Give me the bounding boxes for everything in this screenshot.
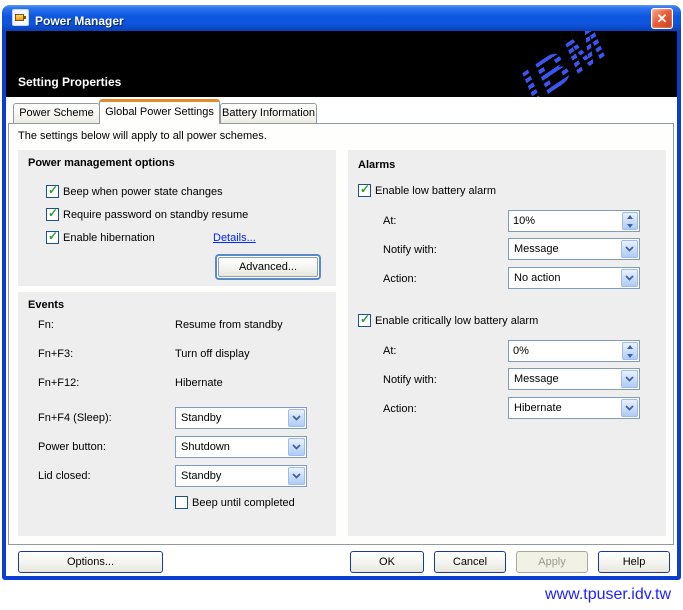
- tab-global-power-settings[interactable]: Global Power Settings: [99, 99, 220, 124]
- spin-up-icon[interactable]: [623, 343, 637, 351]
- check-icon: ✓: [48, 206, 58, 220]
- critical-alarm-notify-label: Notify with:: [383, 374, 437, 386]
- low-alarm-at-spinner: [508, 210, 640, 232]
- low-alarm-action-dropdown[interactable]: No action: [508, 267, 640, 289]
- lid-closed-label: Lid closed:: [38, 470, 91, 482]
- enable-low-battery-alarm-label: Enable low battery alarm: [375, 185, 496, 197]
- ibm-logo-stripes: [460, 31, 667, 97]
- require-password-checkbox[interactable]: ✓: [46, 208, 59, 221]
- critical-alarm-at-spinner: [508, 340, 640, 362]
- lid-closed-value: Standby: [181, 470, 221, 482]
- apply-button: Apply: [516, 551, 588, 573]
- enable-hibernation-label: Enable hibernation: [63, 232, 155, 244]
- chevron-down-icon[interactable]: [621, 399, 638, 417]
- critical-alarm-at-label: At:: [383, 345, 396, 357]
- check-icon: ✓: [48, 183, 58, 197]
- screenshot-canvas: Power Manager ✕ IBM Setting Properties P…: [0, 0, 683, 610]
- cancel-button[interactable]: Cancel: [434, 551, 506, 573]
- fn-value: Resume from standby: [175, 319, 283, 331]
- beep-power-state-label: Beep when power state changes: [63, 186, 223, 198]
- beep-until-completed-checkbox[interactable]: [175, 496, 188, 509]
- fn-f3-value: Turn off display: [175, 348, 250, 360]
- events-title: Events: [28, 299, 64, 311]
- power-button-label: Power button:: [38, 441, 106, 453]
- fn-f12-value: Hibernate: [175, 377, 223, 389]
- fn-f4-sleep-value: Standby: [181, 412, 221, 424]
- intro-text: The settings below will apply to all pow…: [18, 130, 267, 142]
- watermark-text: www.tpuser.idv.tw: [545, 586, 671, 604]
- critical-alarm-action-label: Action:: [383, 403, 417, 415]
- power-button-dropdown[interactable]: Shutdown: [175, 436, 307, 458]
- critical-alarm-at-input[interactable]: [513, 343, 613, 359]
- low-alarm-notify-dropdown[interactable]: Message: [508, 238, 640, 260]
- chevron-down-icon[interactable]: [621, 269, 638, 287]
- chevron-down-icon[interactable]: [288, 409, 305, 427]
- chevron-down-icon[interactable]: [288, 467, 305, 485]
- tab-power-scheme[interactable]: Power Scheme: [13, 103, 100, 123]
- check-icon: ✓: [360, 182, 370, 196]
- details-link[interactable]: Details...: [213, 232, 256, 244]
- chevron-down-icon[interactable]: [621, 370, 638, 388]
- ok-button[interactable]: OK: [350, 551, 424, 573]
- chevron-down-icon[interactable]: [621, 240, 638, 258]
- critical-alarm-notify-dropdown[interactable]: Message: [508, 368, 640, 390]
- alarms-title: Alarms: [358, 159, 395, 171]
- help-button[interactable]: Help: [598, 551, 670, 573]
- ibm-logo: IBM: [477, 31, 651, 97]
- low-alarm-notify-value: Message: [514, 243, 559, 255]
- advanced-button-focus-ring: Advanced...: [215, 254, 321, 280]
- fn-f4-sleep-label: Fn+F4 (Sleep):: [38, 412, 112, 424]
- enable-critical-alarm-label: Enable critically low battery alarm: [375, 315, 538, 327]
- critical-alarm-action-dropdown[interactable]: Hibernate: [508, 397, 640, 419]
- page-title: Setting Properties: [18, 75, 121, 89]
- spin-down-icon[interactable]: [623, 222, 637, 230]
- fn-f3-label: Fn+F3:: [38, 348, 73, 360]
- check-icon: ✓: [48, 229, 58, 243]
- chevron-down-icon[interactable]: [288, 438, 305, 456]
- fn-f12-label: Fn+F12:: [38, 377, 79, 389]
- fn-label: Fn:: [38, 319, 54, 331]
- beep-power-state-checkbox[interactable]: ✓: [46, 185, 59, 198]
- close-icon: ✕: [657, 11, 668, 26]
- power-button-value: Shutdown: [181, 441, 230, 453]
- title-bar[interactable]: Power Manager: [2, 5, 681, 31]
- advanced-button[interactable]: Advanced...: [218, 257, 318, 277]
- tab-battery-information[interactable]: Battery Information: [220, 103, 317, 123]
- spinner-buttons: [622, 342, 638, 360]
- low-alarm-notify-label: Notify with:: [383, 244, 437, 256]
- low-alarm-at-label: At:: [383, 215, 396, 227]
- enable-low-battery-alarm-checkbox[interactable]: ✓: [358, 184, 371, 197]
- require-password-label: Require password on standby resume: [63, 209, 248, 221]
- close-button[interactable]: ✕: [651, 8, 673, 29]
- battery-icon: [15, 14, 24, 21]
- critical-alarm-notify-value: Message: [514, 373, 559, 385]
- window-title: Power Manager: [35, 14, 124, 28]
- options-button[interactable]: Options...: [18, 551, 163, 573]
- beep-until-completed-label: Beep until completed: [192, 497, 295, 509]
- low-alarm-at-input[interactable]: [513, 213, 613, 229]
- spinner-buttons: [622, 212, 638, 230]
- spin-down-icon[interactable]: [623, 352, 637, 360]
- check-icon: ✓: [360, 312, 370, 326]
- low-alarm-action-label: Action:: [383, 273, 417, 285]
- battery-tip-icon: [24, 16, 26, 19]
- low-alarm-action-value: No action: [514, 272, 560, 284]
- enable-hibernation-checkbox[interactable]: ✓: [46, 231, 59, 244]
- power-management-options-title: Power management options: [28, 157, 175, 169]
- fn-f4-sleep-dropdown[interactable]: Standby: [175, 407, 307, 429]
- critical-alarm-action-value: Hibernate: [514, 402, 562, 414]
- spin-up-icon[interactable]: [623, 213, 637, 221]
- enable-critical-alarm-checkbox[interactable]: ✓: [358, 314, 371, 327]
- power-manager-icon: [12, 9, 29, 26]
- lid-closed-dropdown[interactable]: Standby: [175, 465, 307, 487]
